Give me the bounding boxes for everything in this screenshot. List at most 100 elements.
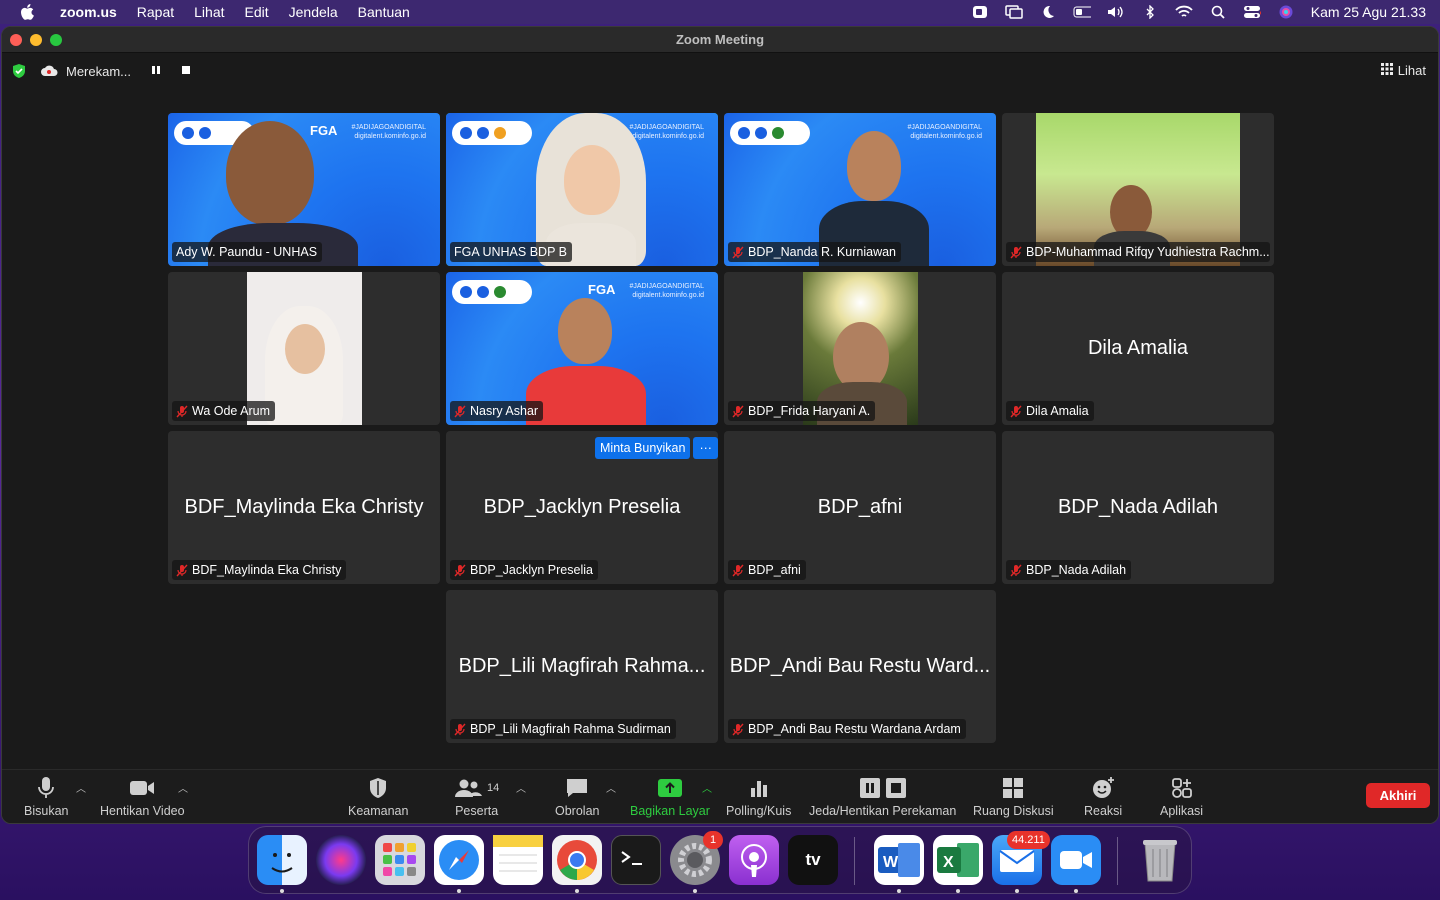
participant-name-tag: BDP_afni	[728, 560, 806, 580]
more-options-button[interactable]: ···	[693, 437, 718, 459]
microphone-icon	[37, 776, 55, 800]
participant-tile[interactable]: BDP_Nada Adilah BDP_Nada Adilah	[1002, 431, 1274, 584]
participant-tile[interactable]: Wa Ode Arum	[168, 272, 440, 425]
terminal-app-icon[interactable]	[611, 835, 661, 885]
participant-name-tag: Dila Amalia	[1006, 401, 1094, 421]
participant-name-tag: BDP-Muhammad Rifqy Yudhiestra Rachm...	[1006, 242, 1270, 262]
breakout-rooms-icon	[1002, 776, 1024, 800]
participant-tile[interactable]: BDP_Lili Magfirah Rahma... BDP_Lili Magf…	[446, 590, 718, 743]
chat-bubble-icon	[565, 776, 589, 800]
muted-mic-icon	[454, 564, 466, 577]
meeting-toolbar: Bisukan ︿ Hentikan Video ︿ Keamanan 14 P…	[2, 769, 1438, 823]
muted-mic-icon	[1010, 246, 1022, 259]
muted-mic-icon	[1010, 564, 1022, 577]
participants-options-caret-icon[interactable]: ︿	[516, 780, 526, 795]
participant-tile[interactable]: BDP-Muhammad Rifqy Yudhiestra Rachm...	[1002, 113, 1274, 266]
participant-name-tag: BDP_Andi Bau Restu Wardana Ardam	[728, 719, 966, 739]
menu-rapat[interactable]: Rapat	[137, 4, 174, 20]
participant-name-tag: FGA UNHAS BDP B	[450, 242, 572, 262]
apps-button[interactable]: Aplikasi	[1160, 776, 1203, 818]
finder-app-icon[interactable]	[257, 835, 307, 885]
safari-app-icon[interactable]	[434, 835, 484, 885]
view-button[interactable]: Lihat	[1380, 63, 1426, 78]
menu-app-name[interactable]: zoom.us	[60, 4, 117, 20]
mail-unread-badge: 44.211	[1007, 831, 1050, 849]
participant-tile[interactable]: BDP_Andi Bau Restu Ward... BDP_Andi Bau …	[724, 590, 996, 743]
notes-app-icon[interactable]	[493, 835, 543, 885]
participant-tile[interactable]: FGA #JADIJAGOANDIGITAL digitalent.kominfo…	[168, 113, 440, 266]
security-button[interactable]: Keamanan	[348, 776, 408, 818]
security-shield-icon	[368, 776, 388, 800]
muted-mic-icon	[732, 564, 744, 577]
share-screen-button[interactable]: Bagikan Layar	[630, 776, 710, 818]
encryption-shield-icon[interactable]	[12, 63, 26, 79]
siri-app-icon[interactable]	[316, 835, 366, 885]
zoom-status-icon[interactable]	[971, 5, 989, 19]
podcasts-app-icon[interactable]	[729, 835, 779, 885]
chrome-app-icon[interactable]	[552, 835, 602, 885]
apple-logo-icon[interactable]	[20, 3, 38, 21]
participant-tile[interactable]: BDP_afni BDP_afni	[724, 431, 996, 584]
end-meeting-button[interactable]: Akhiri	[1366, 783, 1430, 808]
participant-tile[interactable]: #JADIJAGOANDIGITAL digitalent.kominfo.go.…	[724, 113, 996, 266]
bar-chart-icon	[749, 776, 769, 800]
muted-mic-icon	[732, 723, 744, 736]
window-titlebar: Zoom Meeting	[2, 27, 1438, 53]
breakout-rooms-button[interactable]: Ruang Diskusi	[973, 776, 1054, 818]
menu-lihat[interactable]: Lihat	[194, 4, 224, 20]
participants-button[interactable]: 14 Peserta	[454, 776, 499, 818]
audio-options-caret-icon[interactable]: ︿	[76, 780, 86, 795]
view-label: Lihat	[1397, 63, 1426, 78]
siri-icon[interactable]	[1277, 5, 1295, 19]
control-center-icon[interactable]	[1243, 5, 1261, 19]
gallery-grid: FGA #JADIJAGOANDIGITAL digitalent.kominfo…	[2, 89, 1438, 769]
participant-name-tag: BDP_Nanda R. Kurniawan	[728, 242, 901, 262]
pause-stop-recording-button[interactable]: Jeda/Hentikan Perekaman	[809, 776, 956, 818]
reactions-button[interactable]: Reaksi	[1084, 776, 1122, 818]
wifi-icon[interactable]	[1175, 5, 1193, 19]
menu-edit[interactable]: Edit	[245, 4, 269, 20]
chat-options-caret-icon[interactable]: ︿	[606, 780, 616, 795]
apps-icon	[1171, 776, 1193, 800]
screen-mirroring-icon[interactable]	[1005, 5, 1023, 19]
participant-name-tag: BDP_Jacklyn Preselia	[450, 560, 598, 580]
participants-icon: 14	[454, 776, 499, 800]
share-screen-arrow-icon	[657, 776, 683, 800]
word-app-icon[interactable]: W	[874, 835, 924, 885]
volume-icon[interactable]	[1107, 5, 1125, 19]
chat-button[interactable]: Obrolan	[555, 776, 599, 818]
participant-tile[interactable]: FGA #JADIJAGOANDIGITAL digitalent.kominfo…	[446, 272, 718, 425]
video-options-caret-icon[interactable]: ︿	[178, 780, 188, 795]
trash-app-icon[interactable]	[1135, 835, 1185, 885]
zoom-app-icon[interactable]	[1051, 835, 1101, 885]
bluetooth-icon[interactable]	[1141, 5, 1159, 19]
mute-button[interactable]: Bisukan	[24, 776, 68, 818]
menubar-clock[interactable]: Kam 25 Agu 21.33	[1311, 4, 1426, 20]
muted-mic-icon	[454, 723, 466, 736]
polling-button[interactable]: Polling/Kuis	[726, 776, 791, 818]
menu-bantuan[interactable]: Bantuan	[358, 4, 410, 20]
participant-tile[interactable]: BDP_Frida Haryani A.	[724, 272, 996, 425]
stop-video-button[interactable]: Hentikan Video	[100, 776, 185, 818]
tile-hover-menu: Minta Bunyikan ···	[595, 437, 718, 459]
pause-recording-icon[interactable]	[151, 65, 161, 78]
excel-app-icon[interactable]: X	[933, 835, 983, 885]
muted-mic-icon	[1010, 405, 1022, 418]
focus-moon-icon[interactable]	[1039, 5, 1057, 19]
participant-tile[interactable]: Dila Amalia Dila Amalia	[1002, 272, 1274, 425]
video-camera-icon	[129, 776, 155, 800]
share-options-caret-icon[interactable]: ︿	[702, 780, 712, 795]
apple-tv-app-icon[interactable]: tv	[788, 835, 838, 885]
spotlight-search-icon[interactable]	[1209, 5, 1227, 19]
stop-recording-icon[interactable]	[181, 65, 191, 78]
participant-tile[interactable]: BDF_Maylinda Eka Christy BDF_Maylinda Ek…	[168, 431, 440, 584]
participant-tile-active-speaker[interactable]: #JADIJAGOANDIGITAL digitalent.kominfo.go.…	[446, 113, 718, 266]
battery-icon[interactable]	[1073, 5, 1091, 19]
hashtag-banner: #JADIJAGOANDIGITAL digitalent.kominfo.go.…	[351, 124, 426, 140]
participant-name-tag: BDP_Frida Haryani A.	[728, 401, 876, 421]
menu-jendela[interactable]: Jendela	[289, 4, 338, 20]
launchpad-app-icon[interactable]	[375, 835, 425, 885]
participant-name-tag: BDP_Nada Adilah	[1006, 560, 1132, 580]
ask-to-unmute-button[interactable]: Minta Bunyikan	[595, 437, 691, 459]
participant-name-tag: Wa Ode Arum	[172, 401, 276, 421]
